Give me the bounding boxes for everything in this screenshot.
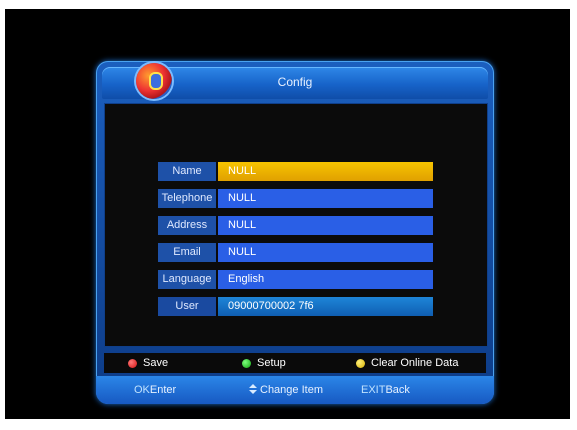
- field-row-address[interactable]: Address NULL: [158, 216, 433, 235]
- field-value-address[interactable]: NULL: [218, 216, 433, 235]
- footer-help-bar: OKEnter Change Item EXITBack: [96, 376, 494, 404]
- up-down-arrow-icon: [249, 384, 257, 394]
- yellow-key-icon: [356, 358, 365, 368]
- exit-key: EXIT: [361, 384, 386, 396]
- red-key-icon: [128, 358, 137, 368]
- save-label: Save: [143, 357, 169, 369]
- field-row-telephone[interactable]: Telephone NULL: [158, 189, 433, 208]
- setup-label: Setup: [257, 357, 286, 369]
- field-row-language[interactable]: Language English: [158, 270, 433, 289]
- field-label: Name: [158, 162, 216, 181]
- change-item-label: Change Item: [260, 384, 323, 396]
- field-label: Address: [158, 216, 216, 235]
- field-value-user: 09000700002 7f6: [218, 297, 433, 316]
- config-dialog: Config Name NULL Telephone NULL Address …: [96, 61, 494, 404]
- ok-key: OK: [134, 384, 150, 396]
- config-form: Name NULL Telephone NULL Address NULL Em…: [104, 103, 488, 347]
- tv-screen: Config Name NULL Telephone NULL Address …: [5, 9, 570, 419]
- green-key-icon: [242, 358, 251, 368]
- exit-back-hint: EXITBack: [361, 384, 410, 396]
- setup-button[interactable]: Setup: [242, 357, 286, 369]
- page-title: Config: [277, 75, 313, 89]
- field-row-email[interactable]: Email NULL: [158, 243, 433, 262]
- clear-online-data-button[interactable]: Clear Online Data: [356, 357, 458, 369]
- save-button[interactable]: Save: [128, 357, 168, 369]
- field-value-telephone[interactable]: NULL: [218, 189, 433, 208]
- change-item-hint: Change Item: [248, 384, 323, 396]
- field-row-name[interactable]: Name NULL: [158, 162, 433, 181]
- field-label: User: [158, 297, 216, 316]
- ok-enter-hint: OKEnter: [134, 384, 176, 396]
- clear-online-data-label: Clear Online Data: [371, 357, 459, 369]
- field-value-name[interactable]: NULL: [218, 162, 433, 181]
- back-label: Back: [385, 384, 410, 396]
- field-label: Language: [158, 270, 216, 289]
- field-value-email[interactable]: NULL: [218, 243, 433, 262]
- field-label: Email: [158, 243, 216, 262]
- field-value-language[interactable]: English: [218, 270, 433, 289]
- enter-label: Enter: [149, 384, 177, 396]
- field-label: Telephone: [158, 189, 216, 208]
- color-key-bar: Save Setup Clear Online Data: [104, 353, 486, 373]
- field-row-user: User 09000700002 7f6: [158, 297, 433, 316]
- dialog-header: Config: [102, 63, 488, 99]
